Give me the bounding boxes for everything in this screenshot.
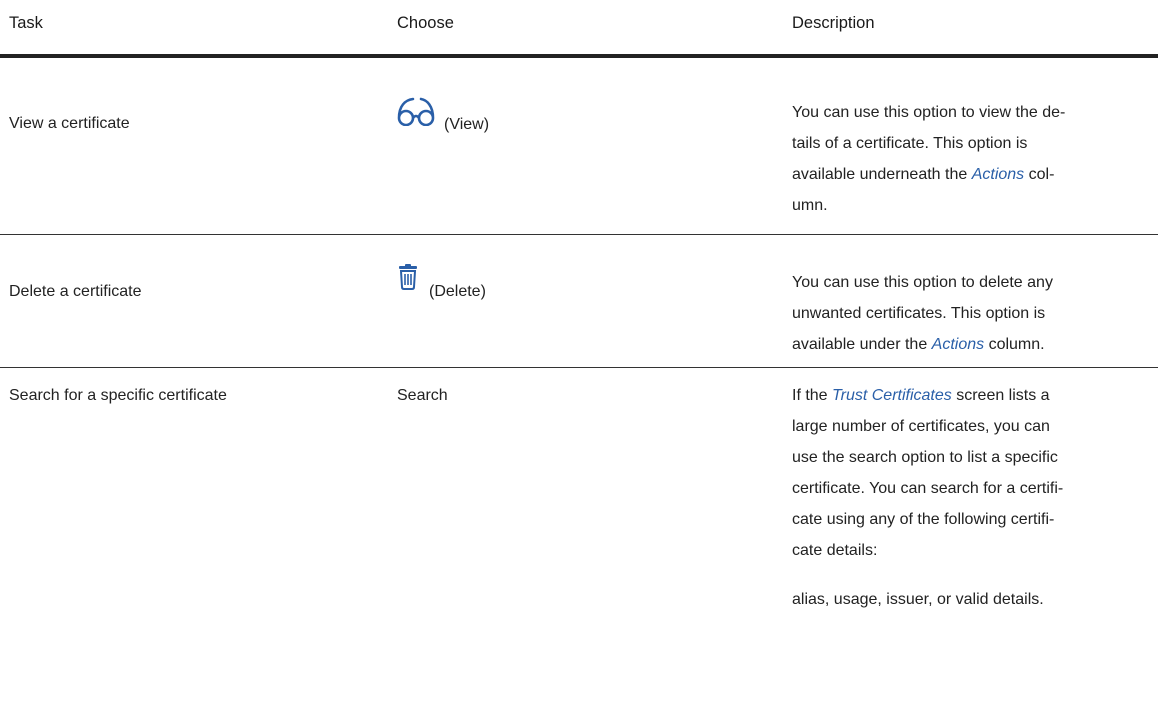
glasses-icon[interactable] (396, 96, 438, 131)
choose-view-label: (View) (444, 116, 490, 133)
desc-text: You can use this option to delete any (792, 274, 1053, 291)
task-search: Search for a specific certificate (9, 387, 227, 404)
desc-text: certificate. You can search for a certif… (792, 480, 1064, 497)
desc-text: column. (984, 336, 1045, 353)
actions-link[interactable]: Actions (972, 166, 1024, 183)
desc-text: available underneath the (792, 166, 972, 183)
desc-paragraph-2: alias, usage, issuer, or valid details. (792, 591, 1044, 608)
task-delete: Delete a certificate (9, 283, 142, 300)
desc-text: tails of a certificate. This option is (792, 135, 1028, 152)
description-view: You can use this option to view the de- … (792, 97, 1147, 221)
description-search: If the Trust Certificates screen lists a… (792, 380, 1147, 615)
trash-icon[interactable] (397, 264, 419, 295)
desc-text: You can use this option to view the de- (792, 104, 1066, 121)
trust-certificates-link[interactable]: Trust Certificates (832, 387, 952, 404)
table-header: Task Choose Description (0, 0, 1158, 58)
choose-delete-label: (Delete) (429, 283, 486, 300)
desc-text: col- (1024, 166, 1055, 183)
task-view: View a certificate (9, 115, 130, 132)
header-choose: Choose (397, 14, 454, 32)
desc-text: large number of certificates, you can (792, 418, 1050, 435)
desc-text: unwanted certificates. This option is (792, 305, 1046, 322)
desc-text: If the (792, 387, 833, 404)
desc-text: screen lists a (951, 387, 1050, 404)
desc-text: available under the (792, 336, 932, 353)
desc-text: umn. (792, 197, 828, 214)
header-task: Task (9, 14, 43, 32)
desc-text: cate using any of the following certifi- (792, 511, 1055, 528)
table-row-view: View a certificate (View) You can use th… (0, 97, 1158, 235)
table-row-delete: Delete a certificate (Delete) You can us… (0, 235, 1158, 368)
description-delete: You can use this option to delete any un… (792, 267, 1147, 360)
header-description: Description (792, 14, 875, 32)
desc-text: use the search option to list a specific (792, 449, 1058, 466)
actions-link[interactable]: Actions (932, 336, 984, 353)
table-row-search: Search for a specific certificate Search… (0, 368, 1158, 698)
certificate-tasks-table: Task Choose Description View a certifica… (0, 0, 1158, 698)
desc-text: cate details: (792, 542, 878, 559)
choose-search-label: Search (397, 387, 448, 404)
